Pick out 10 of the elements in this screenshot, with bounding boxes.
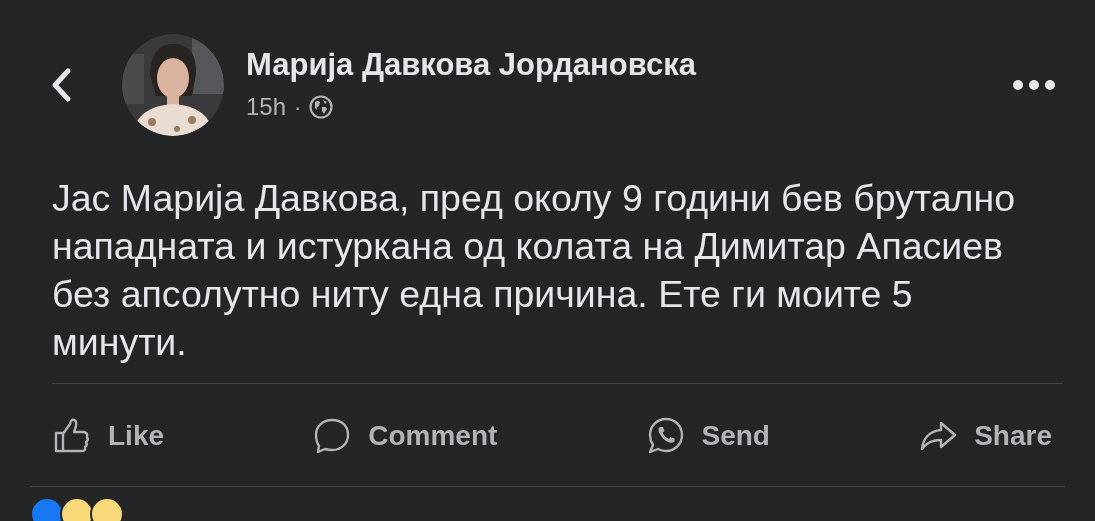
more-icon[interactable] bbox=[1013, 80, 1055, 90]
send-button[interactable]: Send bbox=[645, 411, 770, 461]
like-button[interactable]: Like bbox=[52, 411, 165, 461]
post-text: Јас Марија Давкова, пред околу 9 години бев брутално нападната и истуркана од колата на Димитар Апасиев без апсолутно ниту една причина. Ете ги моите 5 минути. bbox=[52, 176, 1017, 365]
separator: · bbox=[294, 93, 302, 122]
author-name[interactable]: Марија Давкова Јордановска bbox=[246, 45, 1013, 85]
comment-button[interactable]: Comment bbox=[312, 411, 498, 461]
share-button[interactable]: Share bbox=[918, 411, 1052, 461]
globe-icon bbox=[309, 95, 334, 119]
post-time[interactable]: 15h bbox=[246, 89, 287, 125]
